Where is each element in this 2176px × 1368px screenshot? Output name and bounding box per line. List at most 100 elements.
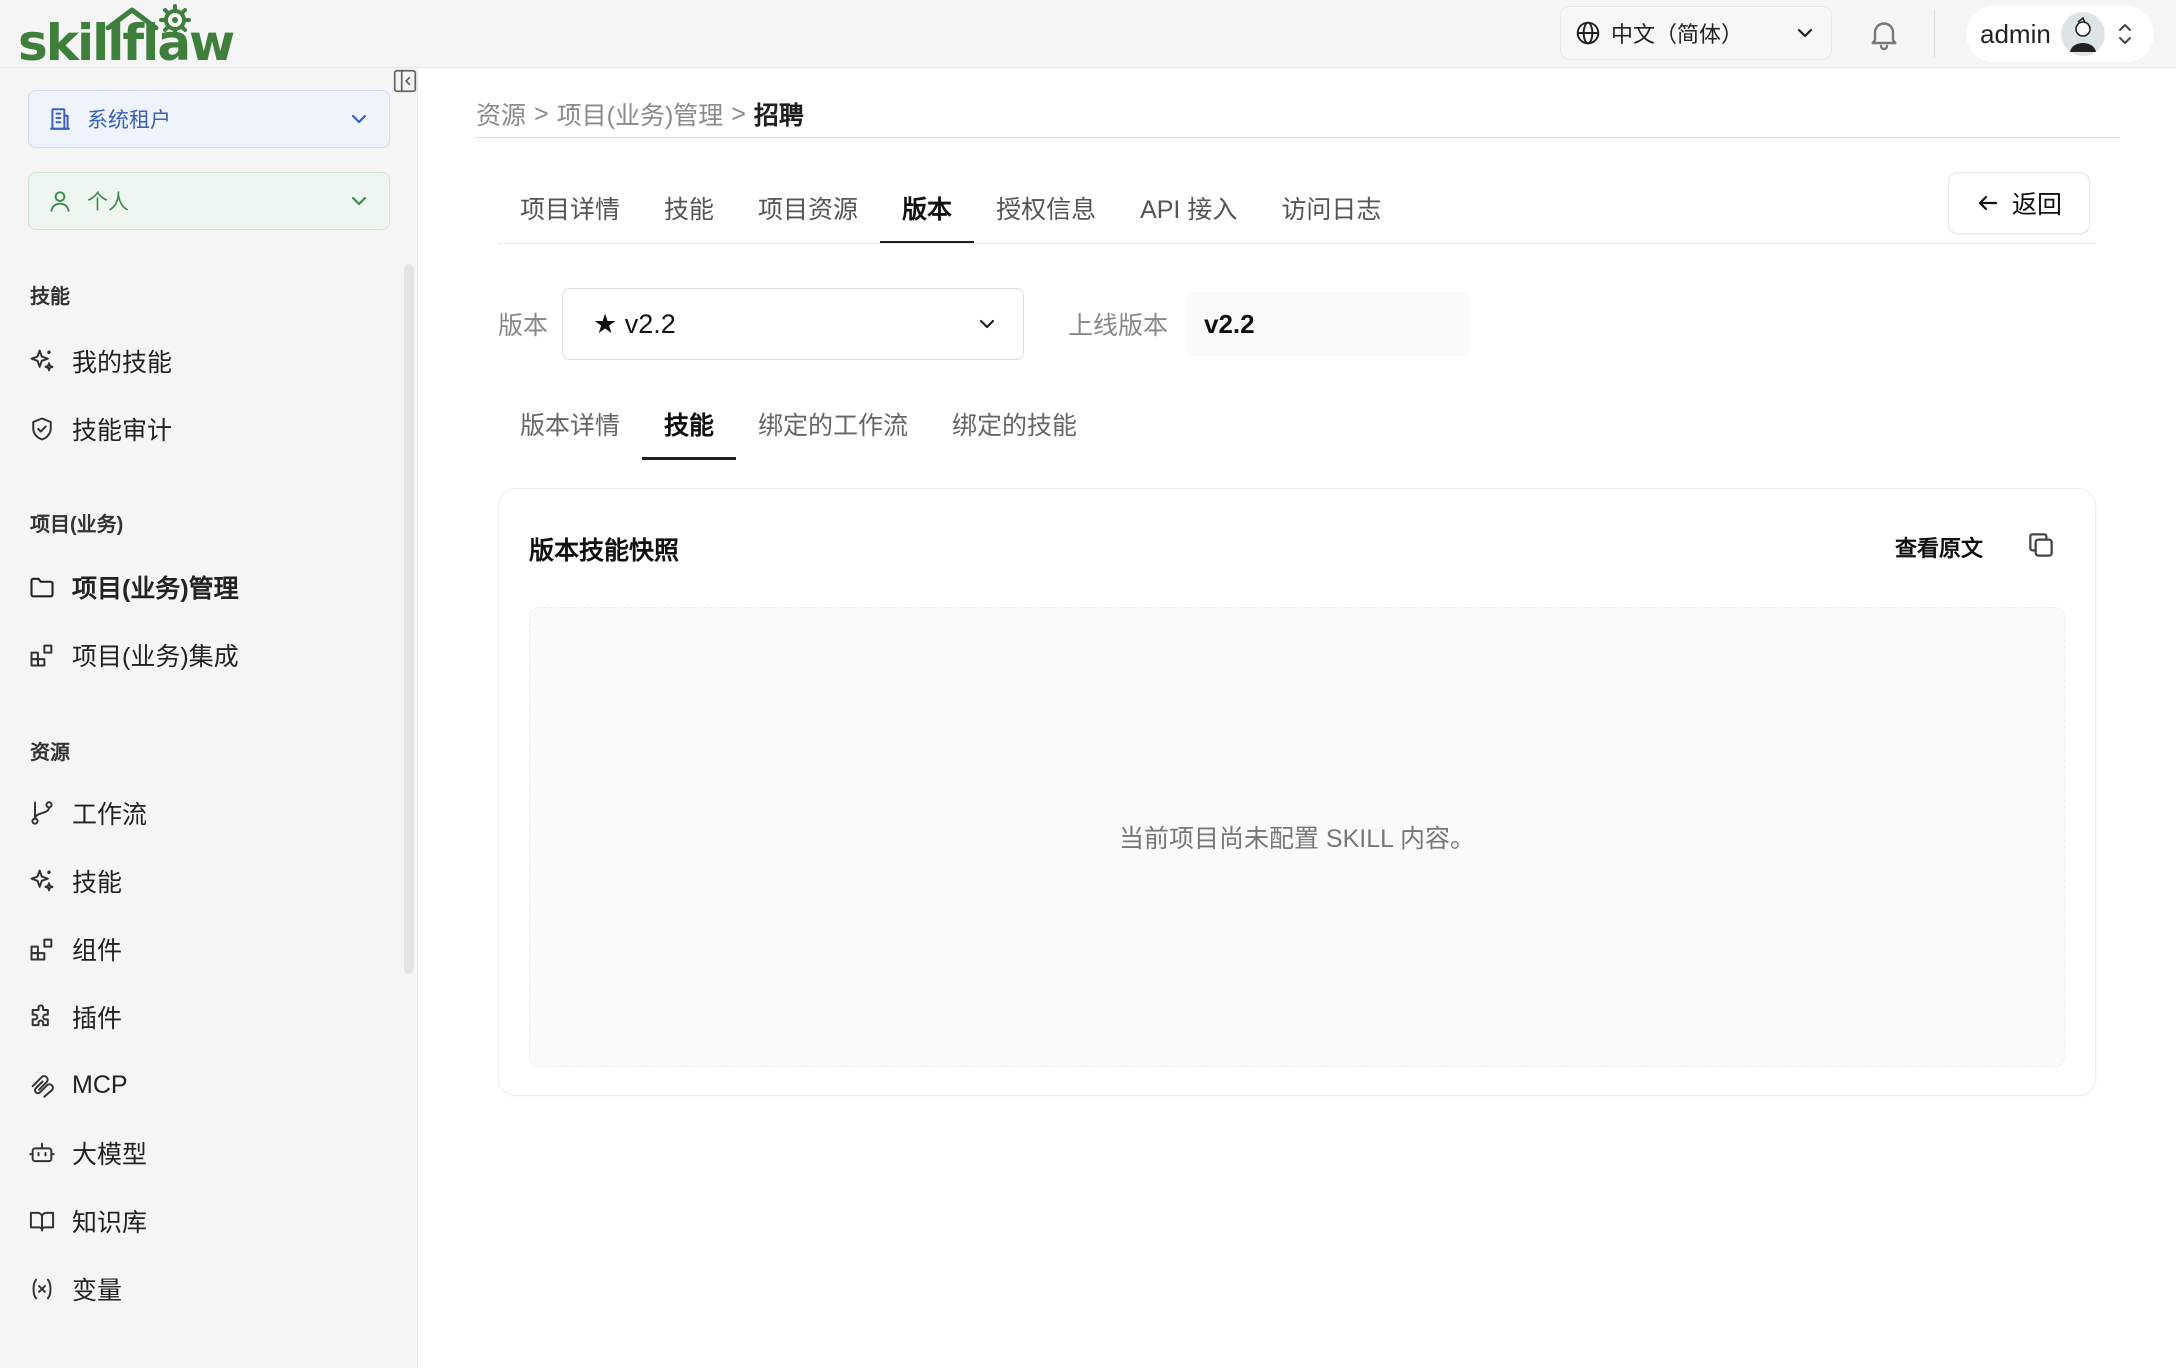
variable-icon <box>28 1275 56 1303</box>
card-title: 版本技能快照 <box>529 537 680 565</box>
tab-api-access[interactable]: API 接入 <box>1118 180 1259 244</box>
version-label: 版本 <box>498 312 549 340</box>
sidebar-item-mcp[interactable]: MCP <box>28 1060 388 1110</box>
main-tabs: 项目详情 技能 项目资源 版本 授权信息 API 接入 访问日志 <box>498 180 1403 244</box>
sparkle-icon <box>28 347 56 375</box>
sidebar-item-label: 插件 <box>72 1005 123 1033</box>
building-icon <box>50 108 70 130</box>
git-branch-icon <box>28 799 56 827</box>
breadcrumb-link-resources[interactable]: 资源 <box>476 96 526 132</box>
user-icon <box>50 191 70 212</box>
chevron-down-icon <box>979 319 995 329</box>
tab-project-resources[interactable]: 项目资源 <box>736 180 880 244</box>
chevron-down-icon <box>351 196 367 206</box>
sidebar-item-plugins[interactable]: 插件 <box>28 992 388 1042</box>
skill-snapshot-card: 版本技能快照 查看原文 当前项目尚未配置 SKILL 内容。 <box>498 488 2096 1096</box>
sidebar-item-label: 大模型 <box>72 1141 148 1169</box>
main-tabs-divider <box>498 243 2096 244</box>
sidebar-item-label: MCP <box>72 1070 128 1099</box>
version-select-value: ★ v2.2 <box>593 308 676 339</box>
space-select[interactable]: 个人 <box>28 172 390 230</box>
sidebar-collapse-icon[interactable] <box>392 68 418 94</box>
logo-gear-icon <box>159 4 191 36</box>
sidebar-item-label: 工作流 <box>72 801 148 829</box>
chevron-down-icon <box>1797 28 1813 38</box>
tenant-select[interactable]: 系统租户 <box>28 90 390 148</box>
breadcrumb-separator: > <box>534 99 549 128</box>
sidebar-item-skills[interactable]: 技能 <box>28 856 388 906</box>
online-version-label: 上线版本 <box>1068 312 1169 340</box>
empty-message: 当前项目尚未配置 SKILL 内容。 <box>1118 825 1476 853</box>
nav-section-projects: 项目(业务) <box>30 514 124 536</box>
tab-bound-skills[interactable]: 绑定的技能 <box>930 392 1099 460</box>
blocks-icon <box>28 935 56 963</box>
user-menu[interactable]: admin <box>1966 6 2154 62</box>
sidebar-scrollbar[interactable] <box>404 264 414 974</box>
tab-project-details[interactable]: 项目详情 <box>498 180 642 244</box>
nav-section-skills: 技能 <box>30 286 70 308</box>
tab-version-details[interactable]: 版本详情 <box>498 392 642 460</box>
nav-section-resources: 资源 <box>30 742 70 764</box>
version-select[interactable]: ★ v2.2 <box>562 288 1024 360</box>
folder-icon <box>28 573 56 601</box>
book-icon <box>28 1207 56 1235</box>
breadcrumb-separator: > <box>731 99 746 128</box>
sparkle-icon <box>28 867 56 895</box>
globe-icon <box>1576 21 1600 45</box>
tenant-select-label: 系统租户 <box>87 109 171 132</box>
sidebar-item-project-management[interactable]: 项目(业务)管理 <box>28 562 388 612</box>
sidebar-item-my-skills[interactable]: 我的技能 <box>28 336 388 386</box>
sidebar-item-label: 技能 <box>72 869 123 897</box>
arrow-left-icon <box>1978 195 1998 211</box>
online-version-value: v2.2 <box>1186 292 1470 356</box>
blocks-icon <box>28 641 56 669</box>
language-label: 中文（简体） <box>1611 22 1744 47</box>
breadcrumb-link-project-management[interactable]: 项目(业务)管理 <box>557 96 724 132</box>
tab-version-skills[interactable]: 技能 <box>642 392 737 460</box>
copy-icon[interactable] <box>2025 529 2057 561</box>
tab-authorization[interactable]: 授权信息 <box>974 180 1118 244</box>
brand-logo[interactable]: skillflaw <box>18 4 248 68</box>
chevron-updown-icon <box>2118 24 2131 44</box>
header-divider <box>1934 10 1935 58</box>
sidebar-item-knowledge-base[interactable]: 知识库 <box>28 1196 388 1246</box>
puzzle-icon <box>28 1003 56 1031</box>
notification-bell-icon[interactable] <box>1866 16 1902 52</box>
space-select-label: 个人 <box>87 191 129 214</box>
breadcrumb-divider <box>476 137 2120 138</box>
tab-access-logs[interactable]: 访问日志 <box>1259 180 1403 244</box>
shield-check-icon <box>28 415 56 443</box>
back-button-label: 返回 <box>2011 191 2062 219</box>
logo-arrow-icon <box>105 7 159 30</box>
sidebar-item-project-integration[interactable]: 项目(业务)集成 <box>28 630 388 680</box>
language-select[interactable]: 中文（简体） <box>1560 6 1832 60</box>
sidebar-item-label: 知识库 <box>72 1209 148 1237</box>
sidebar-item-workflow[interactable]: 工作流 <box>28 788 388 838</box>
sidebar-item-label: 变量 <box>72 1277 123 1305</box>
version-sub-tabs: 版本详情 技能 绑定的工作流 绑定的技能 <box>498 392 1099 460</box>
avatar <box>2060 12 2105 56</box>
bot-icon <box>28 1139 56 1167</box>
top-bar: skillflaw 中文（简体） admin <box>0 0 2176 68</box>
breadcrumb-current: 招聘 <box>753 102 804 130</box>
sidebar-item-label: 项目(业务)集成 <box>72 643 239 671</box>
tab-versions[interactable]: 版本 <box>880 180 975 244</box>
sidebar-item-label: 项目(业务)管理 <box>72 575 239 603</box>
tab-skills[interactable]: 技能 <box>642 180 736 244</box>
sidebar-item-llm[interactable]: 大模型 <box>28 1128 388 1178</box>
view-raw-button[interactable]: 查看原文 <box>1895 531 1983 563</box>
chevron-down-icon <box>351 114 367 124</box>
sidebar-item-label: 我的技能 <box>72 349 173 377</box>
sidebar-item-label: 技能审计 <box>72 417 173 445</box>
sidebar: 系统租户 个人 技能 我的技能 技能审计 项目(业务) 项目(业务)管理 项目(… <box>0 68 418 1368</box>
sidebar-item-skill-audit[interactable]: 技能审计 <box>28 404 388 454</box>
sidebar-item-components[interactable]: 组件 <box>28 924 388 974</box>
sidebar-item-label: 组件 <box>72 937 123 965</box>
back-button[interactable]: 返回 <box>1948 172 2090 234</box>
sidebar-item-variables[interactable]: 变量 <box>28 1264 388 1314</box>
mcp-icon <box>28 1071 56 1099</box>
breadcrumb: 资源 > 项目(业务)管理 > 招聘 <box>476 94 804 134</box>
snapshot-empty-state: 当前项目尚未配置 SKILL 内容。 <box>529 607 2065 1067</box>
user-name: admin <box>1980 18 2051 49</box>
tab-bound-workflows[interactable]: 绑定的工作流 <box>736 392 930 460</box>
